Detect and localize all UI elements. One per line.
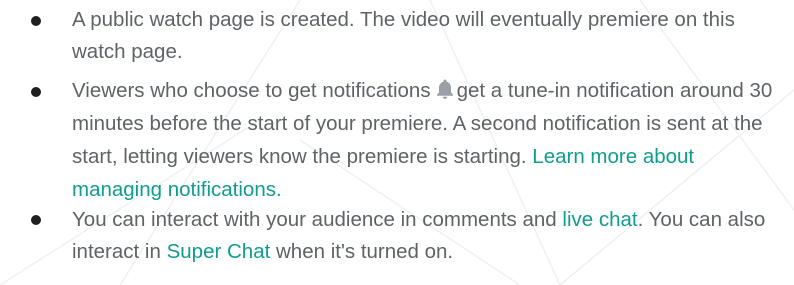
super-chat-link[interactable]: Super Chat	[167, 240, 271, 263]
notifications-text-before: Viewers who choose to get notifications	[72, 79, 431, 102]
interact-text-3: when it's turned on.	[276, 240, 454, 263]
bullet-dot	[31, 215, 41, 225]
bullet-dot	[31, 16, 41, 26]
interact-text-1: You can interact with your audience in c…	[72, 208, 557, 231]
live-chat-link[interactable]: live chat	[562, 208, 637, 231]
list-item: You can interact with your audience in c…	[0, 204, 794, 268]
list-item: Viewers who choose to get notifications g…	[0, 74, 794, 206]
watch-page-text: A public watch page is created. The vide…	[72, 8, 735, 63]
bullet-dot	[31, 87, 41, 97]
list-item: A public watch page is created. The vide…	[0, 4, 794, 68]
bell-icon	[436, 79, 453, 99]
premiere-info-list: A public watch page is created. The vide…	[0, 0, 794, 263]
